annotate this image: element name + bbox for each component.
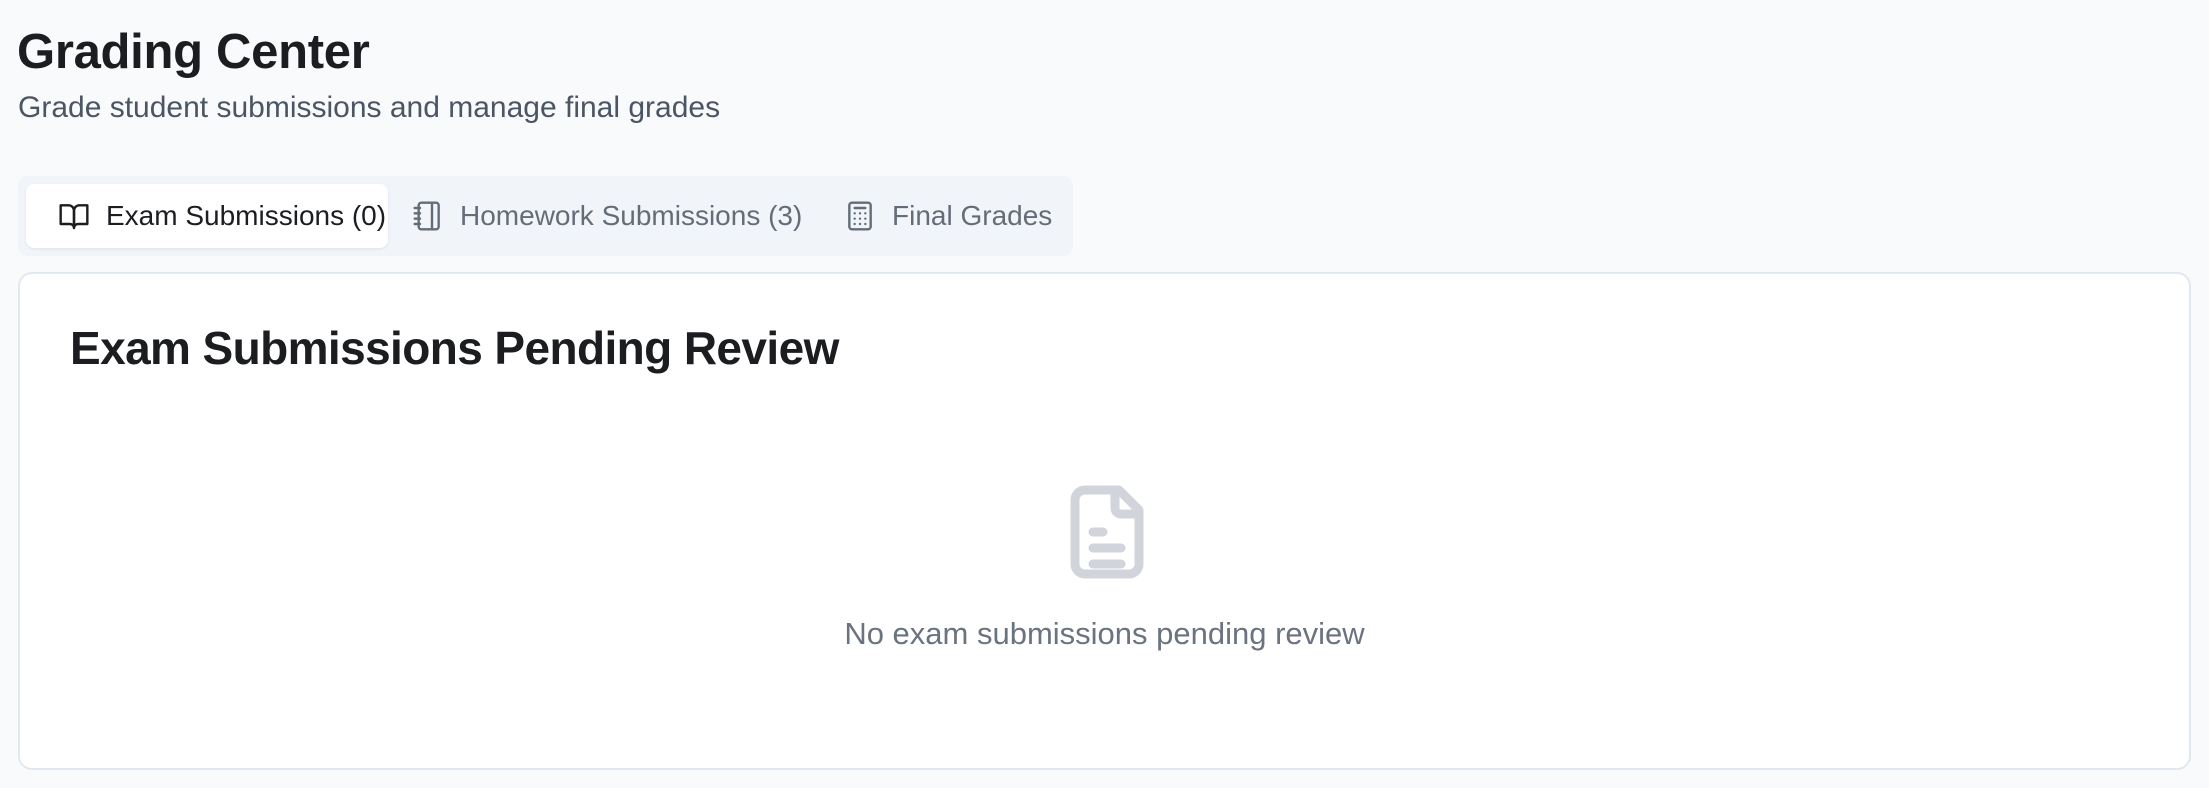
exam-submissions-panel: Exam Submissions Pending Review No exam …	[18, 272, 2191, 770]
tab-label: Homework Submissions (3)	[460, 200, 803, 231]
tab-label: Exam Submissions (0)	[106, 200, 387, 231]
grading-center-page: Grading Center Grade student submissions…	[0, 0, 2209, 788]
tab-homework-submissions[interactable]: Homework Submissions (3)	[408, 184, 802, 248]
page-subtitle: Grade student submissions and manage fin…	[18, 91, 721, 124]
empty-state-message: No exam submissions pending review	[844, 616, 1365, 651]
page-title: Grading Center	[17, 25, 370, 79]
tab-bar: Exam Submissions (0) Homework Submission…	[18, 176, 1073, 256]
panel-title: Exam Submissions Pending Review	[70, 322, 839, 374]
calculator-icon	[844, 200, 876, 232]
book-open-icon	[58, 200, 90, 232]
notebook-icon	[412, 200, 444, 232]
tab-label: Final Grades	[892, 200, 1053, 231]
tab-exam-submissions[interactable]: Exam Submissions (0)	[26, 184, 388, 248]
tab-final-grades[interactable]: Final Grades	[844, 184, 1052, 248]
file-text-icon	[1067, 484, 1147, 580]
